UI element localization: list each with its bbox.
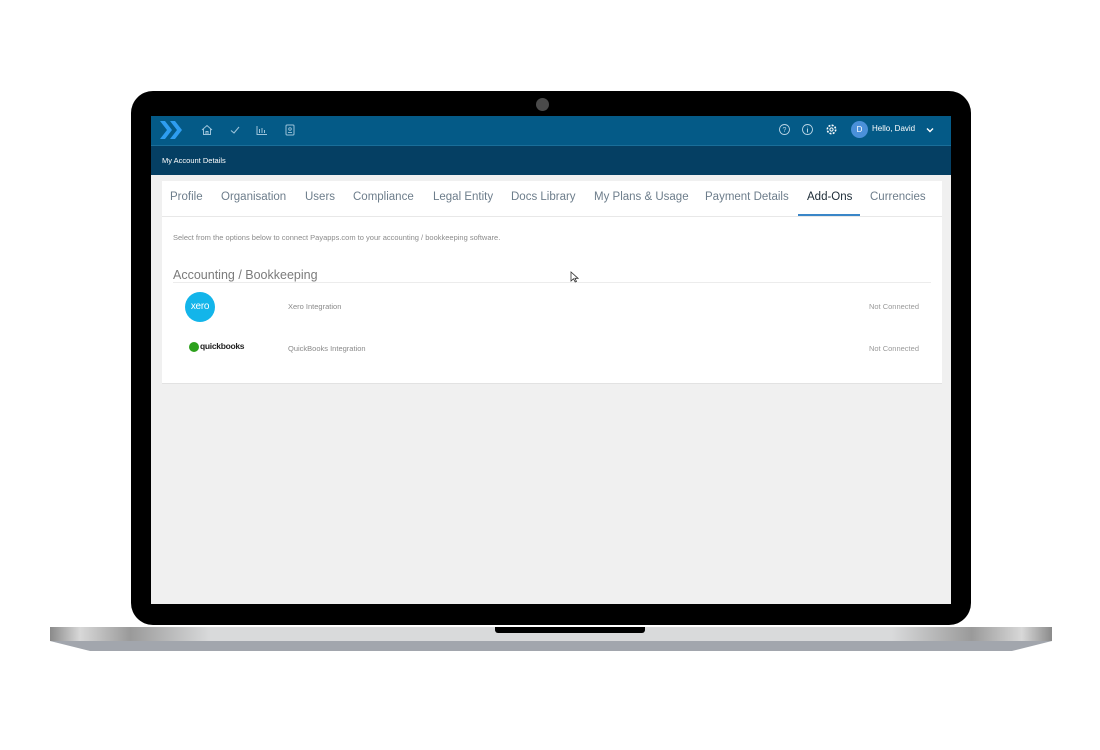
laptop-notch <box>495 627 645 633</box>
intro-text: Select from the options below to connect… <box>173 233 501 242</box>
tab-compliance[interactable]: Compliance <box>353 191 414 203</box>
help-icon[interactable]: ? <box>778 123 791 136</box>
page-title: My Account Details <box>162 156 226 165</box>
top-navbar: ? D Hello, David <box>151 116 951 146</box>
xero-logo: xero <box>185 292 215 322</box>
tab-legal-entity[interactable]: Legal Entity <box>433 191 493 203</box>
app-screen: ? D Hello, David My Account Details Prof… <box>151 116 951 604</box>
section-divider <box>173 282 931 283</box>
svg-text:?: ? <box>783 127 787 134</box>
tab-payment-details[interactable]: Payment Details <box>705 191 789 203</box>
integration-name[interactable]: QuickBooks Integration <box>288 344 366 353</box>
chart-icon[interactable] <box>255 123 269 137</box>
tab-docs-library[interactable]: Docs Library <box>511 191 576 203</box>
integration-status: Not Connected <box>868 302 919 311</box>
page-header: My Account Details <box>151 146 951 175</box>
quickbooks-logo-text: quickbooks <box>200 341 245 351</box>
tab-bar: Profile Organisation Users Compliance Le… <box>162 181 942 217</box>
user-greeting[interactable]: Hello, David <box>872 124 915 133</box>
laptop-base-bottom <box>50 641 1052 651</box>
tab-add-ons[interactable]: Add-Ons <box>807 191 852 203</box>
info-icon[interactable] <box>801 123 814 136</box>
gear-icon[interactable] <box>825 123 838 136</box>
tab-organisation[interactable]: Organisation <box>221 191 286 203</box>
tab-my-plans-usage[interactable]: My Plans & Usage <box>594 191 689 203</box>
home-icon[interactable] <box>200 123 214 137</box>
check-icon[interactable] <box>228 123 242 137</box>
active-tab-indicator <box>798 214 860 216</box>
tab-users[interactable]: Users <box>305 191 335 203</box>
tab-profile[interactable]: Profile <box>170 191 203 203</box>
quickbooks-mark-icon <box>189 342 199 352</box>
section-title: Accounting / Bookkeeping <box>173 268 318 282</box>
avatar[interactable]: D <box>851 121 868 138</box>
account-details-card: Profile Organisation Users Compliance Le… <box>162 181 942 384</box>
camera-icon <box>536 98 549 111</box>
integration-name[interactable]: Xero Integration <box>288 302 341 311</box>
payapps-logo-icon[interactable] <box>160 121 184 139</box>
tab-currencies[interactable]: Currencies <box>870 191 926 203</box>
contacts-icon[interactable] <box>283 123 297 137</box>
chevron-down-icon[interactable] <box>924 124 936 136</box>
mouse-cursor-icon <box>570 271 579 283</box>
integration-status: Not Connected <box>868 344 919 353</box>
